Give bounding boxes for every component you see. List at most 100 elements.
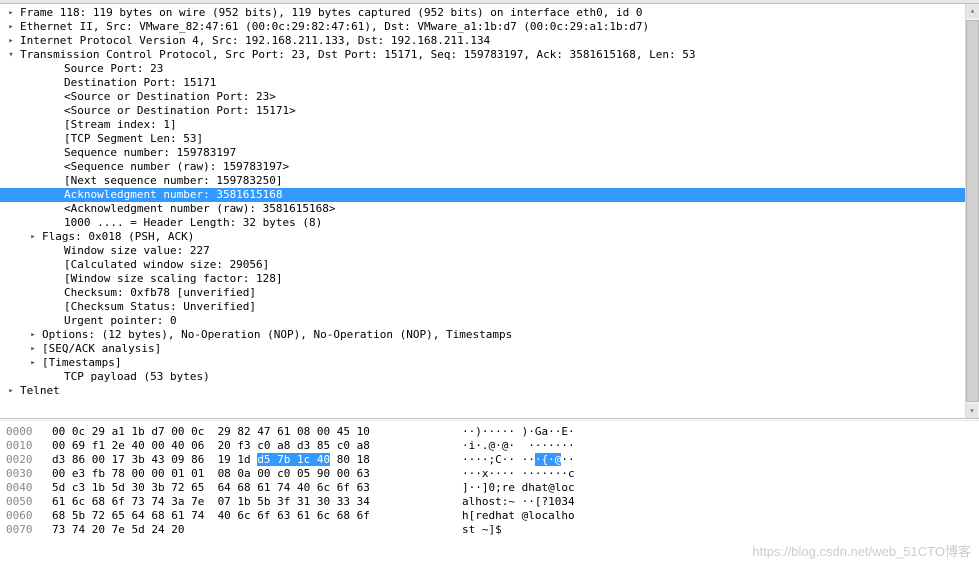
tree-gutter	[48, 258, 60, 272]
tree-row: [TCP Segment Len: 53]	[0, 132, 979, 146]
expand-icon[interactable]: ▸	[4, 384, 16, 398]
tree-row: [Next sequence number: 159783250]	[0, 174, 979, 188]
tree-row-selected[interactable]: Acknowledgment number: 3581615168	[0, 188, 979, 202]
details-scrollbar[interactable]: ▴ ▾	[965, 4, 979, 418]
hex-row[interactable]: 000000 0c 29 a1 1b d7 00 0c 29 82 47 61 …	[0, 425, 979, 439]
hex-ascii[interactable]: alhost:~ ··[?1034	[462, 495, 979, 509]
hex-bytes[interactable]: 00 69 f1 2e 40 00 40 06 20 f3 c0 a8 d3 8…	[52, 439, 462, 453]
tree-row[interactable]: ▾Transmission Control Protocol, Src Port…	[0, 48, 979, 62]
tree-gutter	[48, 272, 60, 286]
tree-row[interactable]: ▸Frame 118: 119 bytes on wire (952 bits)…	[0, 6, 979, 20]
hex-bytes[interactable]: 00 0c 29 a1 1b d7 00 0c 29 82 47 61 08 0…	[52, 425, 462, 439]
tree-row-label: Telnet	[16, 384, 979, 398]
tree-row: Checksum: 0xfb78 [unverified]	[0, 286, 979, 300]
expand-icon[interactable]: ▸	[4, 34, 16, 48]
hex-bytes[interactable]: 5d c3 1b 5d 30 3b 72 65 64 68 61 74 40 6…	[52, 481, 462, 495]
tree-gutter	[48, 314, 60, 328]
tree-row-label: Flags: 0x018 (PSH, ACK)	[38, 230, 979, 244]
tree-row-label: <Acknowledgment number (raw): 3581615168…	[60, 202, 979, 216]
hex-bytes[interactable]: 61 6c 68 6f 73 74 3a 7e 07 1b 5b 3f 31 3…	[52, 495, 462, 509]
tree-row-label: Checksum: 0xfb78 [unverified]	[60, 286, 979, 300]
scroll-up-icon[interactable]: ▴	[966, 4, 979, 18]
packet-bytes-panel[interactable]: 000000 0c 29 a1 1b d7 00 0c 29 82 47 61 …	[0, 421, 979, 551]
tree-row-label: Frame 118: 119 bytes on wire (952 bits),…	[16, 6, 979, 20]
tree-row: <Sequence number (raw): 159783197>	[0, 160, 979, 174]
hex-ascii[interactable]: ··)····· )·Ga··E·	[462, 425, 979, 439]
hex-row[interactable]: 007073 74 20 7e 5d 24 20 st ~]$	[0, 523, 979, 537]
tree-row[interactable]: ▸Options: (12 bytes), No-Operation (NOP)…	[0, 328, 979, 342]
tree-row-label: [Timestamps]	[38, 356, 979, 370]
hex-ascii[interactable]: h[redhat @localho	[462, 509, 979, 523]
expand-icon[interactable]: ▸	[26, 230, 38, 244]
tree-gutter	[48, 244, 60, 258]
tree-row[interactable]: ▸Flags: 0x018 (PSH, ACK)	[0, 230, 979, 244]
collapse-icon[interactable]: ▾	[4, 48, 16, 62]
hex-ascii[interactable]: ···x···· ·······c	[462, 467, 979, 481]
hex-offset: 0040	[0, 481, 52, 495]
tree-row[interactable]: ▸Telnet	[0, 384, 979, 398]
scroll-down-icon[interactable]: ▾	[966, 404, 978, 418]
tree-row-label: Urgent pointer: 0	[60, 314, 979, 328]
hex-offset: 0060	[0, 509, 52, 523]
tree-row-label: <Sequence number (raw): 159783197>	[60, 160, 979, 174]
expand-icon[interactable]: ▸	[4, 6, 16, 20]
tree-gutter	[48, 300, 60, 314]
tree-row-label: [Calculated window size: 29056]	[60, 258, 979, 272]
tree-row-label: <Source or Destination Port: 15171>	[60, 104, 979, 118]
tree-row-label: [Stream index: 1]	[60, 118, 979, 132]
hex-row[interactable]: 003000 e3 fb 78 00 00 01 01 08 0a 00 c0 …	[0, 467, 979, 481]
tree-row-label: [TCP Segment Len: 53]	[60, 132, 979, 146]
tree-row-label: Sequence number: 159783197	[60, 146, 979, 160]
tree-row-label: Internet Protocol Version 4, Src: 192.16…	[16, 34, 979, 48]
hex-bytes[interactable]: 73 74 20 7e 5d 24 20	[52, 523, 462, 537]
tree-row-label: Ethernet II, Src: VMware_82:47:61 (00:0c…	[16, 20, 979, 34]
hex-ascii-post: ··	[561, 453, 574, 466]
tree-gutter	[48, 286, 60, 300]
tree-row: <Acknowledgment number (raw): 3581615168…	[0, 202, 979, 216]
hex-bytes[interactable]: d3 86 00 17 3b 43 09 86 19 1d d5 7b 1c 4…	[52, 453, 462, 467]
tree-row: Destination Port: 15171	[0, 76, 979, 90]
hex-bytes[interactable]: 68 5b 72 65 64 68 61 74 40 6c 6f 63 61 6…	[52, 509, 462, 523]
tree-gutter	[48, 104, 60, 118]
expand-icon[interactable]: ▸	[26, 342, 38, 356]
hex-ascii[interactable]: ·i·.@·@· ·······	[462, 439, 979, 453]
hex-row[interactable]: 001000 69 f1 2e 40 00 40 06 20 f3 c0 a8 …	[0, 439, 979, 453]
expand-icon[interactable]: ▸	[26, 328, 38, 342]
tree-row: <Source or Destination Port: 23>	[0, 90, 979, 104]
hex-row[interactable]: 005061 6c 68 6f 73 74 3a 7e 07 1b 5b 3f …	[0, 495, 979, 509]
tree-row: TCP payload (53 bytes)	[0, 370, 979, 384]
tree-row[interactable]: ▸[SEQ/ACK analysis]	[0, 342, 979, 356]
tree-row-label: [Next sequence number: 159783250]	[60, 174, 979, 188]
packet-details-panel[interactable]: ▸Frame 118: 119 bytes on wire (952 bits)…	[0, 4, 979, 418]
tree-row-label: Transmission Control Protocol, Src Port:…	[16, 48, 979, 62]
hex-ascii-pre: ····;C·· ··	[462, 453, 535, 466]
expand-icon[interactable]: ▸	[4, 20, 16, 34]
tree-row[interactable]: ▸Ethernet II, Src: VMware_82:47:61 (00:0…	[0, 20, 979, 34]
tree-row[interactable]: ▸[Timestamps]	[0, 356, 979, 370]
scroll-thumb[interactable]	[966, 20, 979, 402]
tree-gutter	[48, 132, 60, 146]
tree-row: Source Port: 23	[0, 62, 979, 76]
hex-bytes[interactable]: 00 e3 fb 78 00 00 01 01 08 0a 00 c0 05 9…	[52, 467, 462, 481]
tree-row-label: [Window size scaling factor: 128]	[60, 272, 979, 286]
hex-offset: 0050	[0, 495, 52, 509]
hex-row[interactable]: 006068 5b 72 65 64 68 61 74 40 6c 6f 63 …	[0, 509, 979, 523]
tree-row: 1000 .... = Header Length: 32 bytes (8)	[0, 216, 979, 230]
hex-bytes-pre: d3 86 00 17 3b 43 09 86 19 1d	[52, 453, 257, 466]
tree-gutter	[48, 202, 60, 216]
tree-row-label: Acknowledgment number: 3581615168	[60, 188, 979, 202]
hex-ascii[interactable]: ]··]0;re dhat@loc	[462, 481, 979, 495]
hex-offset: 0030	[0, 467, 52, 481]
tree-row-label: Window size value: 227	[60, 244, 979, 258]
tree-row-label: Source Port: 23	[60, 62, 979, 76]
tree-row: <Source or Destination Port: 15171>	[0, 104, 979, 118]
hex-row[interactable]: 0020d3 86 00 17 3b 43 09 86 19 1d d5 7b …	[0, 453, 979, 467]
tree-gutter	[48, 160, 60, 174]
hex-row[interactable]: 00405d c3 1b 5d 30 3b 72 65 64 68 61 74 …	[0, 481, 979, 495]
hex-ascii[interactable]: ····;C·· ···{·@··	[462, 453, 979, 467]
expand-icon[interactable]: ▸	[26, 356, 38, 370]
hex-ascii[interactable]: st ~]$	[462, 523, 979, 537]
tree-row[interactable]: ▸Internet Protocol Version 4, Src: 192.1…	[0, 34, 979, 48]
tree-gutter	[48, 188, 60, 202]
tree-gutter	[48, 118, 60, 132]
